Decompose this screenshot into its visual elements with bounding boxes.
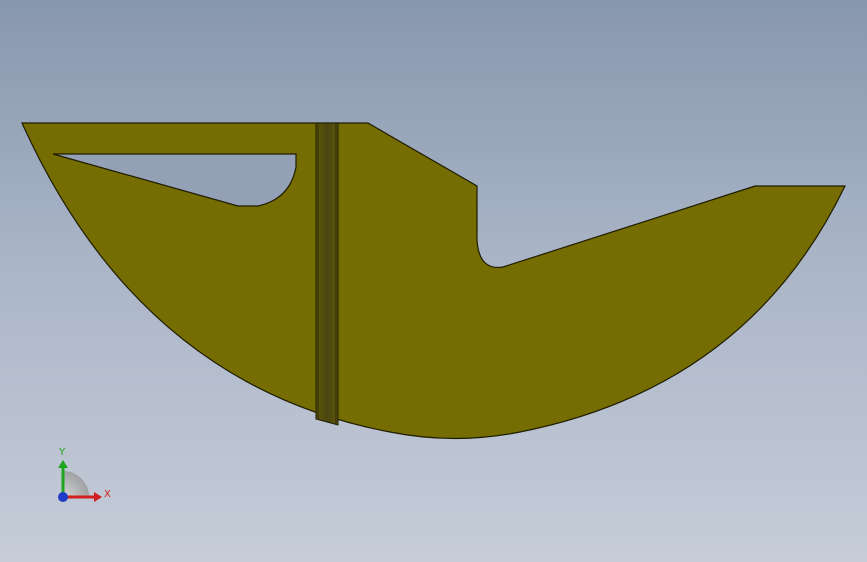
y-axis-label: Y: [58, 447, 66, 458]
coordinate-triad: X Y: [58, 447, 111, 502]
model-view[interactable]: X Y: [0, 0, 867, 562]
cad-graphics-viewport[interactable]: X Y: [0, 0, 867, 562]
x-axis-label: X: [104, 489, 111, 500]
y-axis-arrowhead: [58, 460, 68, 468]
triad-xy-plane-arc: [63, 471, 89, 497]
z-axis-dot: [58, 492, 68, 502]
vertical-slot: [315, 122, 339, 426]
x-axis-arrowhead: [94, 492, 102, 502]
